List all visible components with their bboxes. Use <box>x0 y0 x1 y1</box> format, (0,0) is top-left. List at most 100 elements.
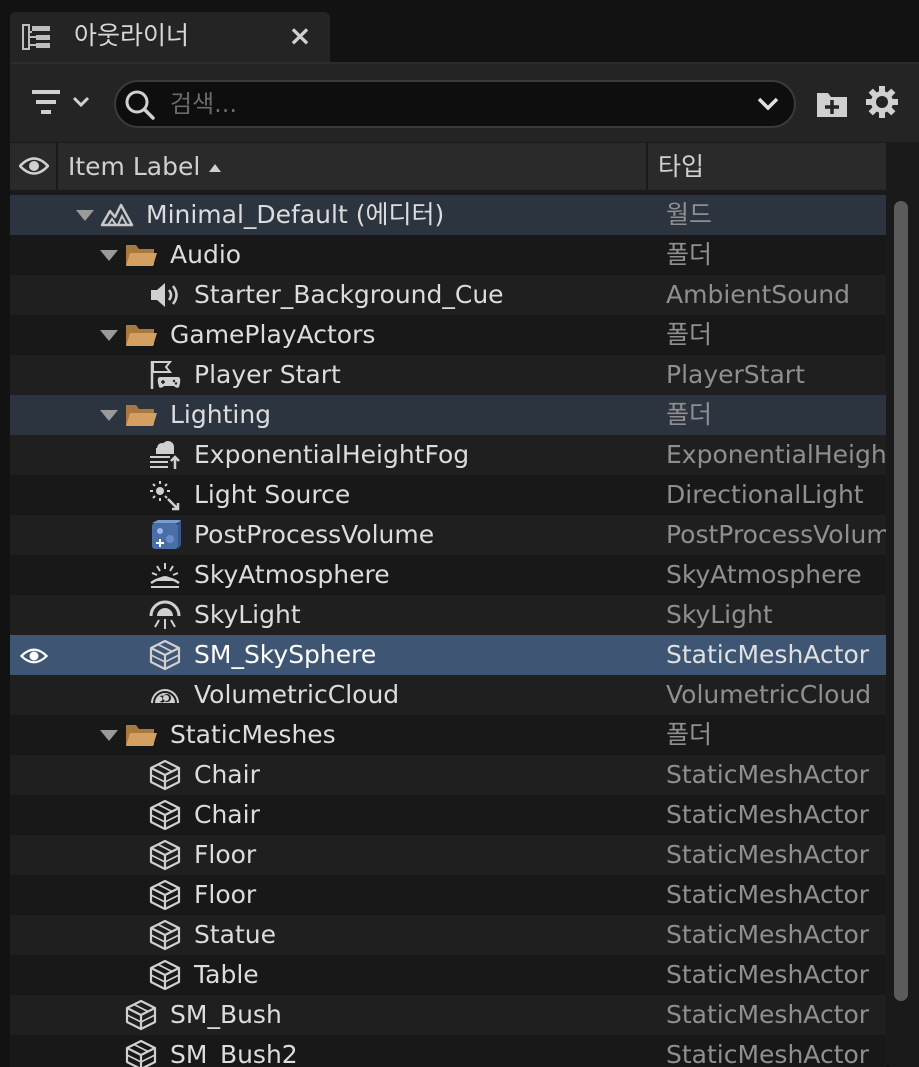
tree-row[interactable]: SM_Bush2 StaticMeshActor <box>10 1035 886 1067</box>
tree-row[interactable]: Starter_Background_Cue AmbientSound <box>10 275 886 315</box>
fog-icon <box>148 439 182 471</box>
tab-strip: 아웃라이너 × <box>0 0 919 62</box>
tree-row[interactable]: Minimal_Default (에디터) 월드 <box>10 195 886 235</box>
folder-icon <box>124 719 158 751</box>
row-type: SkyLight <box>666 600 773 629</box>
search-box <box>114 80 796 128</box>
tree-row[interactable]: SM_SkySphere StaticMeshActor <box>10 635 886 675</box>
outliner-panel: Item Label 타입 Minimal_Default (에디터) 월드 Aud… <box>10 62 919 1067</box>
eye-icon[interactable] <box>20 647 48 665</box>
tree-row[interactable]: Chair StaticMeshActor <box>10 755 886 795</box>
row-type: StaticMeshActor <box>666 640 870 669</box>
item-label-column-header[interactable]: Item Label <box>60 143 648 191</box>
static-mesh-icon <box>148 639 182 671</box>
scrollbar-thumb[interactable] <box>894 201 908 1001</box>
static-mesh-icon <box>148 919 182 951</box>
vertical-scrollbar[interactable] <box>890 195 919 1067</box>
tree-row[interactable]: Audio 폴더 <box>10 235 886 275</box>
tree-row[interactable]: GamePlayActors 폴더 <box>10 315 886 355</box>
row-type: StaticMeshActor <box>666 920 870 949</box>
type-column-header[interactable]: 타입 <box>650 143 886 191</box>
static-mesh-icon <box>148 959 182 991</box>
sky-light-icon <box>148 599 182 631</box>
sky-atmosphere-icon <box>148 559 182 591</box>
row-label: ExponentialHeightFog <box>194 440 470 469</box>
tree-row[interactable]: Statue StaticMeshActor <box>10 915 886 955</box>
tree-row[interactable]: VolumetricCloud VolumetricCloud <box>10 675 886 715</box>
expand-arrow-icon[interactable] <box>100 250 118 261</box>
row-label: Statue <box>194 920 277 949</box>
visibility-column-header[interactable] <box>10 143 58 191</box>
static-mesh-icon <box>148 759 182 791</box>
column-header: Item Label 타입 <box>10 142 886 191</box>
row-label: Lighting <box>170 400 272 429</box>
filter-icon[interactable] <box>30 86 96 120</box>
row-type: ExponentialHeightFog <box>666 440 886 469</box>
row-type: StaticMeshActor <box>666 840 870 869</box>
outliner-icon <box>22 24 50 50</box>
row-label: SkyAtmosphere <box>194 560 390 589</box>
gear-icon[interactable] <box>866 86 898 118</box>
row-label: SkyLight <box>194 600 301 629</box>
tree-row[interactable]: Table StaticMeshActor <box>10 955 886 995</box>
static-mesh-icon <box>148 839 182 871</box>
static-mesh-icon <box>148 799 182 831</box>
tree-row[interactable]: Player Start PlayerStart <box>10 355 886 395</box>
item-label-header-text: Item Label <box>68 152 201 181</box>
row-label: SM_SkySphere <box>194 640 377 669</box>
world-icon <box>100 199 134 231</box>
row-label: SM_Bush <box>170 1000 282 1029</box>
row-type: StaticMeshActor <box>666 1040 870 1067</box>
row-type: StaticMeshActor <box>666 760 870 789</box>
tree-row[interactable]: StaticMeshes 폴더 <box>10 715 886 755</box>
row-label: StaticMeshes <box>170 720 336 749</box>
tree-row[interactable]: SkyAtmosphere SkyAtmosphere <box>10 555 886 595</box>
expand-arrow-icon[interactable] <box>76 210 94 221</box>
toolbar <box>10 64 919 142</box>
tree-row[interactable]: SkyLight SkyLight <box>10 595 886 635</box>
row-label: Audio <box>170 240 242 269</box>
tree-row[interactable]: PostProcessVolume PostProcessVolume <box>10 515 886 555</box>
speaker-icon <box>148 279 182 311</box>
row-label: Floor <box>194 840 257 869</box>
static-mesh-icon <box>124 999 158 1031</box>
cloud-icon <box>148 679 182 711</box>
row-type: AmbientSound <box>666 280 851 309</box>
row-type: PlayerStart <box>666 360 805 389</box>
row-type: 폴더 <box>666 240 713 269</box>
chevron-down-icon[interactable] <box>756 94 780 114</box>
row-label: Chair <box>194 760 260 789</box>
row-type: StaticMeshActor <box>666 800 870 829</box>
row-type: DirectionalLight <box>666 480 864 509</box>
row-type: 폴더 <box>666 400 713 429</box>
tree-row[interactable]: ExponentialHeightFog ExponentialHeightFog <box>10 435 886 475</box>
close-icon[interactable]: × <box>286 22 314 50</box>
row-type: StaticMeshActor <box>666 1000 870 1029</box>
row-label: Chair <box>194 800 260 829</box>
tree-row[interactable]: Chair StaticMeshActor <box>10 795 886 835</box>
row-label: Starter_Background_Cue <box>194 280 504 309</box>
search-input[interactable] <box>168 86 728 122</box>
row-type: StaticMeshActor <box>666 880 870 909</box>
row-type: PostProcessVolume <box>666 520 886 549</box>
add-folder-icon[interactable] <box>816 88 848 118</box>
player-start-icon <box>148 359 182 391</box>
tab-title: 아웃라이너 <box>74 21 190 50</box>
row-label: GamePlayActors <box>170 320 376 349</box>
expand-arrow-icon[interactable] <box>100 330 118 341</box>
tree-row[interactable]: Floor StaticMeshActor <box>10 835 886 875</box>
tree-row[interactable]: Light Source DirectionalLight <box>10 475 886 515</box>
tab-outliner[interactable]: 아웃라이너 × <box>10 12 330 62</box>
tree-row[interactable]: SM_Bush StaticMeshActor <box>10 995 886 1035</box>
expand-arrow-icon[interactable] <box>100 410 118 421</box>
tree-row[interactable]: Lighting 폴더 <box>10 395 886 435</box>
row-type: 월드 <box>666 200 713 229</box>
row-label: VolumetricCloud <box>194 680 400 709</box>
static-mesh-icon <box>148 879 182 911</box>
expand-arrow-icon[interactable] <box>100 730 118 741</box>
eye-icon <box>19 157 49 175</box>
directional-light-icon <box>148 479 182 511</box>
tree-row[interactable]: Floor StaticMeshActor <box>10 875 886 915</box>
static-mesh-icon <box>124 1039 158 1067</box>
row-label: SM_Bush2 <box>170 1040 298 1067</box>
